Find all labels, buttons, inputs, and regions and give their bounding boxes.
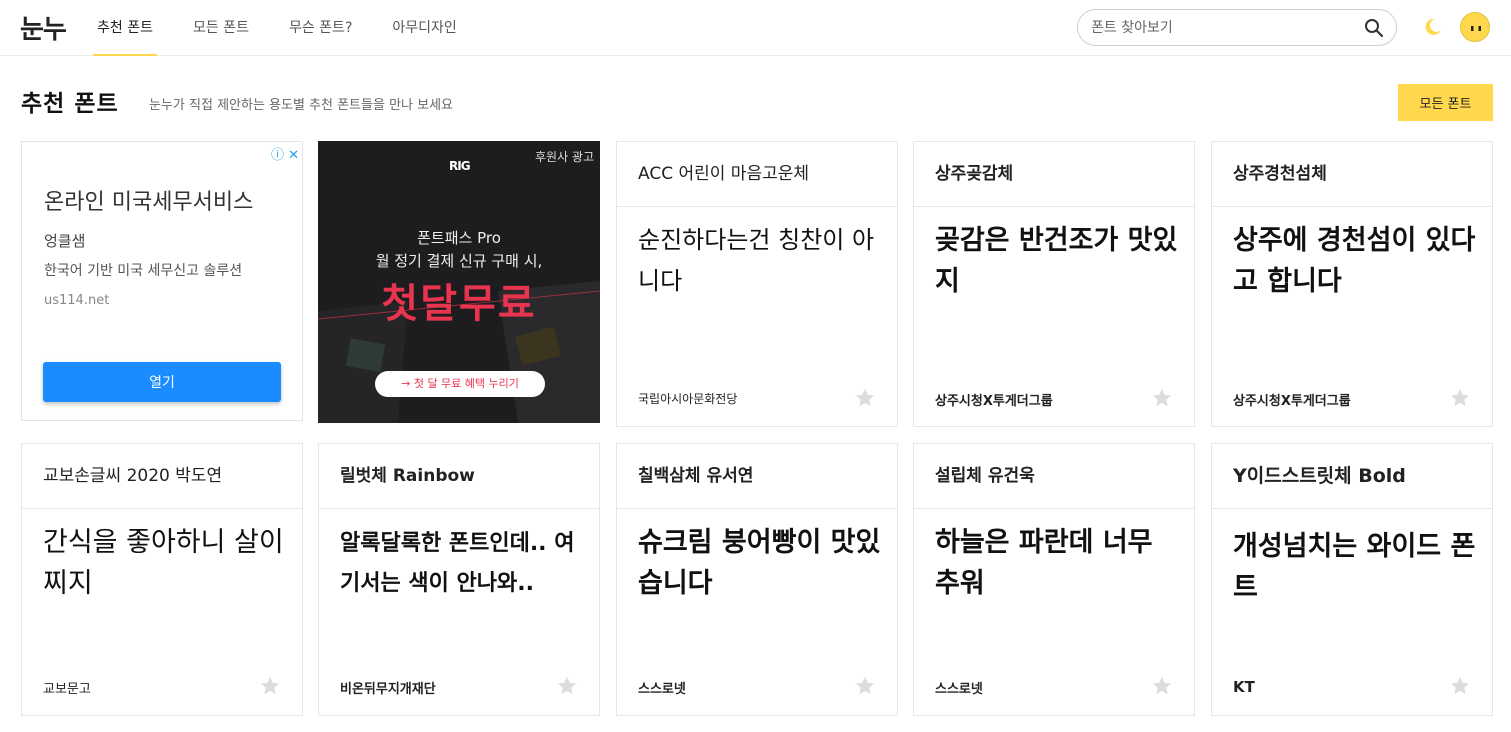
- page-title: 추천 폰트: [21, 91, 119, 117]
- card-divider: [1212, 508, 1492, 509]
- card-divider: [914, 508, 1194, 509]
- star-icon[interactable]: [556, 675, 578, 697]
- nav-amudesign[interactable]: 아무디자인: [392, 0, 456, 56]
- star-icon[interactable]: [259, 675, 281, 697]
- font-card[interactable]: 설립체 유건욱 하늘은 파란데 너무 추워 스스로넷: [913, 443, 1195, 716]
- font-card[interactable]: ACC 어린이 마음고운체 순진하다는건 칭찬이 아니다 국립아시아문화전당: [616, 141, 898, 427]
- search-box[interactable]: [1077, 9, 1397, 46]
- font-sample-text: 슈크림 붕어빵이 맛있습니다: [638, 527, 881, 599]
- ad-open-button[interactable]: 열기: [43, 362, 281, 402]
- all-fonts-button[interactable]: 모든 폰트: [1398, 84, 1493, 121]
- font-maker[interactable]: 상주시청X투게더그룹: [935, 390, 1053, 409]
- card-divider: [1212, 206, 1492, 207]
- nav-what-font[interactable]: 무슨 폰트?: [289, 0, 352, 56]
- font-maker[interactable]: 스스로넷: [935, 678, 983, 697]
- font-maker[interactable]: 비온뒤무지개재단: [340, 678, 436, 697]
- font-card[interactable]: 칠백삼체 유서연 슈크림 붕어빵이 맛있습니다 스스로넷: [616, 443, 898, 716]
- search-input[interactable]: [1091, 18, 1351, 38]
- card-divider: [22, 508, 302, 509]
- font-card[interactable]: Y이드스트릿체 Bold 개성넘치는 와이드 폰트 KT: [1211, 443, 1493, 716]
- font-card[interactable]: 상주곶감체 곶감은 반건조가 맛있지 상주시청X투게더그룹: [913, 141, 1195, 427]
- star-icon[interactable]: [1151, 675, 1173, 697]
- font-name[interactable]: 칠백삼체 유서연: [638, 444, 753, 508]
- font-name[interactable]: Y이드스트릿체 Bold: [1233, 444, 1406, 508]
- font-sample-text: 곶감은 반건조가 맛있지: [935, 225, 1178, 297]
- nav-recommended-fonts[interactable]: 추천 폰트: [93, 0, 157, 56]
- font-maker[interactable]: KT: [1233, 678, 1255, 696]
- search-icon[interactable]: [1364, 18, 1384, 38]
- font-sample-text: 순진하다는건 칭찬이 아니다: [638, 226, 875, 295]
- font-sample-text: 개성넘치는 와이드 폰트: [1233, 531, 1476, 603]
- card-divider: [617, 508, 897, 509]
- nav-all-fonts[interactable]: 모든 폰트: [193, 0, 249, 56]
- star-icon[interactable]: [854, 675, 876, 697]
- ad-title[interactable]: 온라인 미국세무서비스: [44, 184, 253, 216]
- ad-sponsor-label: 후원사 광고: [534, 150, 594, 164]
- moon-icon[interactable]: [1422, 16, 1444, 38]
- card-divider: [914, 206, 1194, 207]
- ad-description: 한국어 기반 미국 세무신고 솔루션: [44, 263, 243, 279]
- top-navigation-bar: 눈누 추천 폰트 모든 폰트 무슨 폰트? 아무디자인: [0, 0, 1511, 56]
- site-logo[interactable]: 눈누: [20, 9, 67, 46]
- font-sample-text: 하늘은 파란데 너무 추워: [935, 527, 1153, 599]
- card-divider: [617, 206, 897, 207]
- font-name[interactable]: ACC 어린이 마음고운체: [638, 142, 809, 206]
- ad-headline-1: 폰트패스 Pro: [417, 229, 501, 247]
- font-name[interactable]: 릴벗체 Rainbow: [340, 444, 475, 508]
- font-name[interactable]: 상주곶감체: [935, 142, 1013, 206]
- font-name[interactable]: 상주경천섬체: [1233, 142, 1327, 206]
- ad-headline-2: 월 정기 결제 신규 구매 시,: [375, 252, 543, 270]
- font-name[interactable]: 교보손글씨 2020 박도연: [43, 444, 222, 508]
- font-card[interactable]: 교보손글씨 2020 박도연 간식을 좋아하니 살이 찌지 교보문고: [21, 443, 303, 716]
- star-icon[interactable]: [854, 387, 876, 409]
- font-maker[interactable]: 스스로넷: [638, 678, 686, 697]
- font-maker[interactable]: 상주시청X투게더그룹: [1233, 390, 1351, 409]
- ad-url: us114.net: [44, 293, 110, 308]
- star-icon[interactable]: [1151, 387, 1173, 409]
- ad-choices-icon[interactable]: ⓘ ✕: [271, 144, 299, 163]
- card-divider: [319, 508, 599, 509]
- ad-cta-button[interactable]: → 첫 달 무료 혜택 누리기: [375, 371, 545, 397]
- star-icon[interactable]: [1449, 387, 1471, 409]
- star-icon[interactable]: [1449, 675, 1471, 697]
- font-sample-text: 상주에 경천섬이 있다고 합니다: [1233, 225, 1476, 297]
- font-maker[interactable]: 교보문고: [43, 678, 91, 697]
- avatar[interactable]: [1460, 12, 1490, 42]
- ad-big-offer: 첫달무료: [381, 281, 537, 327]
- avatar-face-icon: [1471, 26, 1481, 31]
- font-card[interactable]: 릴벗체 Rainbow 알록달록한 폰트인데.. 여기서는 색이 안나와.. 비…: [318, 443, 600, 716]
- page-subtitle: 눈누가 직접 제안하는 용도별 추천 폰트들을 만나 보세요: [149, 98, 454, 113]
- main-nav: 추천 폰트 모든 폰트 무슨 폰트? 아무디자인: [93, 0, 497, 56]
- font-card[interactable]: 상주경천섬체 상주에 경천섬이 있다고 합니다 상주시청X투게더그룹: [1211, 141, 1493, 427]
- font-sample-text: 간식을 좋아하니 살이 찌지: [43, 527, 284, 599]
- font-maker[interactable]: 국립아시아문화전당: [638, 390, 737, 407]
- ad-brand-logo: RIG: [449, 159, 471, 173]
- ad-card-fontpass[interactable]: 후원사 광고 RIG 폰트패스 Pro 월 정기 결제 신규 구매 시, 첫달무…: [318, 141, 600, 423]
- ad-card-tax-service[interactable]: ⓘ ✕ 온라인 미국세무서비스 엉클샘 한국어 기반 미국 세무신고 솔루션 u…: [21, 141, 303, 421]
- font-name[interactable]: 설립체 유건욱: [935, 444, 1035, 508]
- ad-brand: 엉클샘: [44, 232, 86, 250]
- font-sample-text: 알록달록한 폰트인데.. 여기서는 색이 안나와..: [340, 531, 575, 596]
